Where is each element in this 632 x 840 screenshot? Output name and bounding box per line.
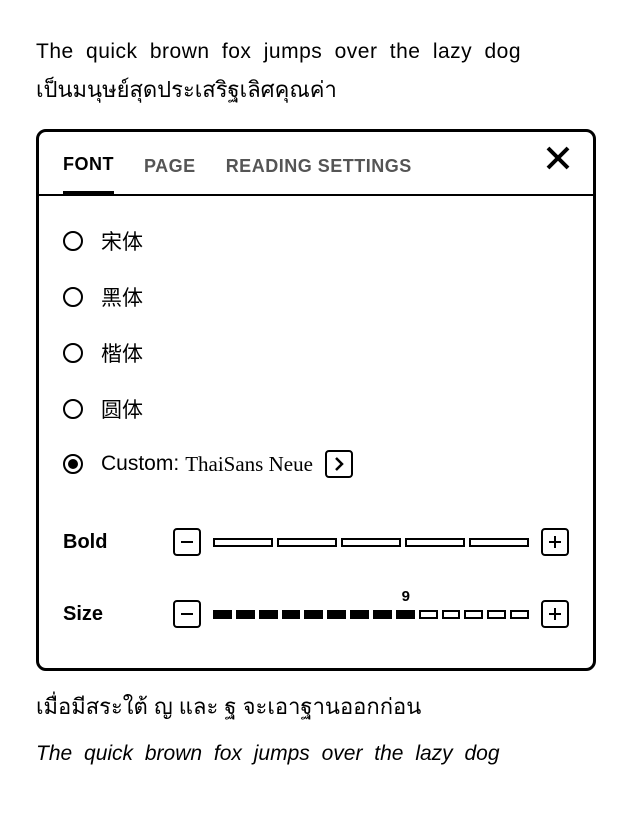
tab-page[interactable]: PAGE	[144, 156, 196, 193]
size-increase-button[interactable]	[541, 600, 569, 628]
font-option-label: 黑体	[101, 282, 143, 312]
font-option-0[interactable]: 宋体	[63, 226, 569, 256]
custom-font-picker-button[interactable]	[325, 450, 353, 478]
slider-segment	[419, 610, 438, 619]
slider-segment	[487, 610, 506, 619]
font-settings-panel: FONT PAGE READING SETTINGS 宋体 黑体 楷体 圆体 C…	[36, 129, 596, 671]
radio-icon	[63, 399, 83, 419]
size-slider-track[interactable]: 9	[213, 610, 529, 619]
font-option-3[interactable]: 圆体	[63, 394, 569, 424]
bold-increase-button[interactable]	[541, 528, 569, 556]
bold-slider-track[interactable]	[213, 538, 529, 547]
slider-segment	[213, 538, 273, 547]
slider-segment	[282, 610, 301, 619]
font-option-1[interactable]: 黑体	[63, 282, 569, 312]
preview-line-english: The quick brown fox jumps over the lazy …	[36, 40, 596, 64]
font-option-label: 圆体	[101, 394, 143, 424]
slider-segment	[236, 610, 255, 619]
close-icon	[545, 145, 571, 171]
slider-segment	[464, 610, 483, 619]
slider-segment	[327, 610, 346, 619]
slider-segment	[277, 538, 337, 547]
custom-font-value: ThaiSans Neue	[185, 452, 313, 477]
custom-font-label: Custom:	[101, 452, 179, 476]
slider-segment	[304, 610, 323, 619]
preview-line-thai: เป็นมนุษย์สุดประเสริฐเลิศคุณค่า	[36, 72, 596, 107]
bold-decrease-button[interactable]	[173, 528, 201, 556]
slider-section: Bold Size 9	[39, 528, 593, 668]
minus-icon	[180, 535, 194, 549]
font-option-label: 宋体	[101, 226, 143, 256]
minus-icon	[180, 607, 194, 621]
slider-segment	[213, 610, 232, 619]
font-option-label: 楷体	[101, 338, 143, 368]
radio-icon-selected	[63, 454, 83, 474]
slider-segment	[341, 538, 401, 547]
size-decrease-button[interactable]	[173, 600, 201, 628]
font-option-custom[interactable]: Custom: ThaiSans Neue	[63, 450, 569, 478]
size-label: Size	[63, 603, 173, 626]
slider-segment	[396, 610, 415, 619]
font-option-2[interactable]: 楷体	[63, 338, 569, 368]
slider-segment	[469, 538, 529, 547]
plus-icon	[548, 607, 562, 621]
slider-segment	[405, 538, 465, 547]
close-button[interactable]	[545, 144, 571, 176]
slider-segment	[510, 610, 529, 619]
tab-reading-settings[interactable]: READING SETTINGS	[226, 156, 412, 193]
slider-segment	[350, 610, 369, 619]
tab-font[interactable]: FONT	[63, 154, 114, 196]
plus-icon	[548, 535, 562, 549]
size-slider-row: Size 9	[63, 600, 569, 628]
radio-icon	[63, 343, 83, 363]
slider-segment	[442, 610, 461, 619]
slider-segment	[373, 610, 392, 619]
bold-label: Bold	[63, 531, 173, 554]
chevron-right-icon	[333, 457, 345, 471]
slider-segment	[259, 610, 278, 619]
font-options: 宋体 黑体 楷体 圆体 Custom: ThaiSans Neue	[39, 196, 593, 528]
radio-icon	[63, 231, 83, 251]
sample-text-thai: เมื่อมีสระใต้ ญ และ ฐ จะเอาฐานออกก่อน	[36, 689, 596, 724]
size-value-indicator: 9	[402, 588, 410, 605]
bold-slider-row: Bold	[63, 528, 569, 556]
radio-icon	[63, 287, 83, 307]
sample-text-english-italic: The quick brown fox jumps over the lazy …	[36, 742, 596, 766]
tab-bar: FONT PAGE READING SETTINGS	[39, 132, 593, 196]
